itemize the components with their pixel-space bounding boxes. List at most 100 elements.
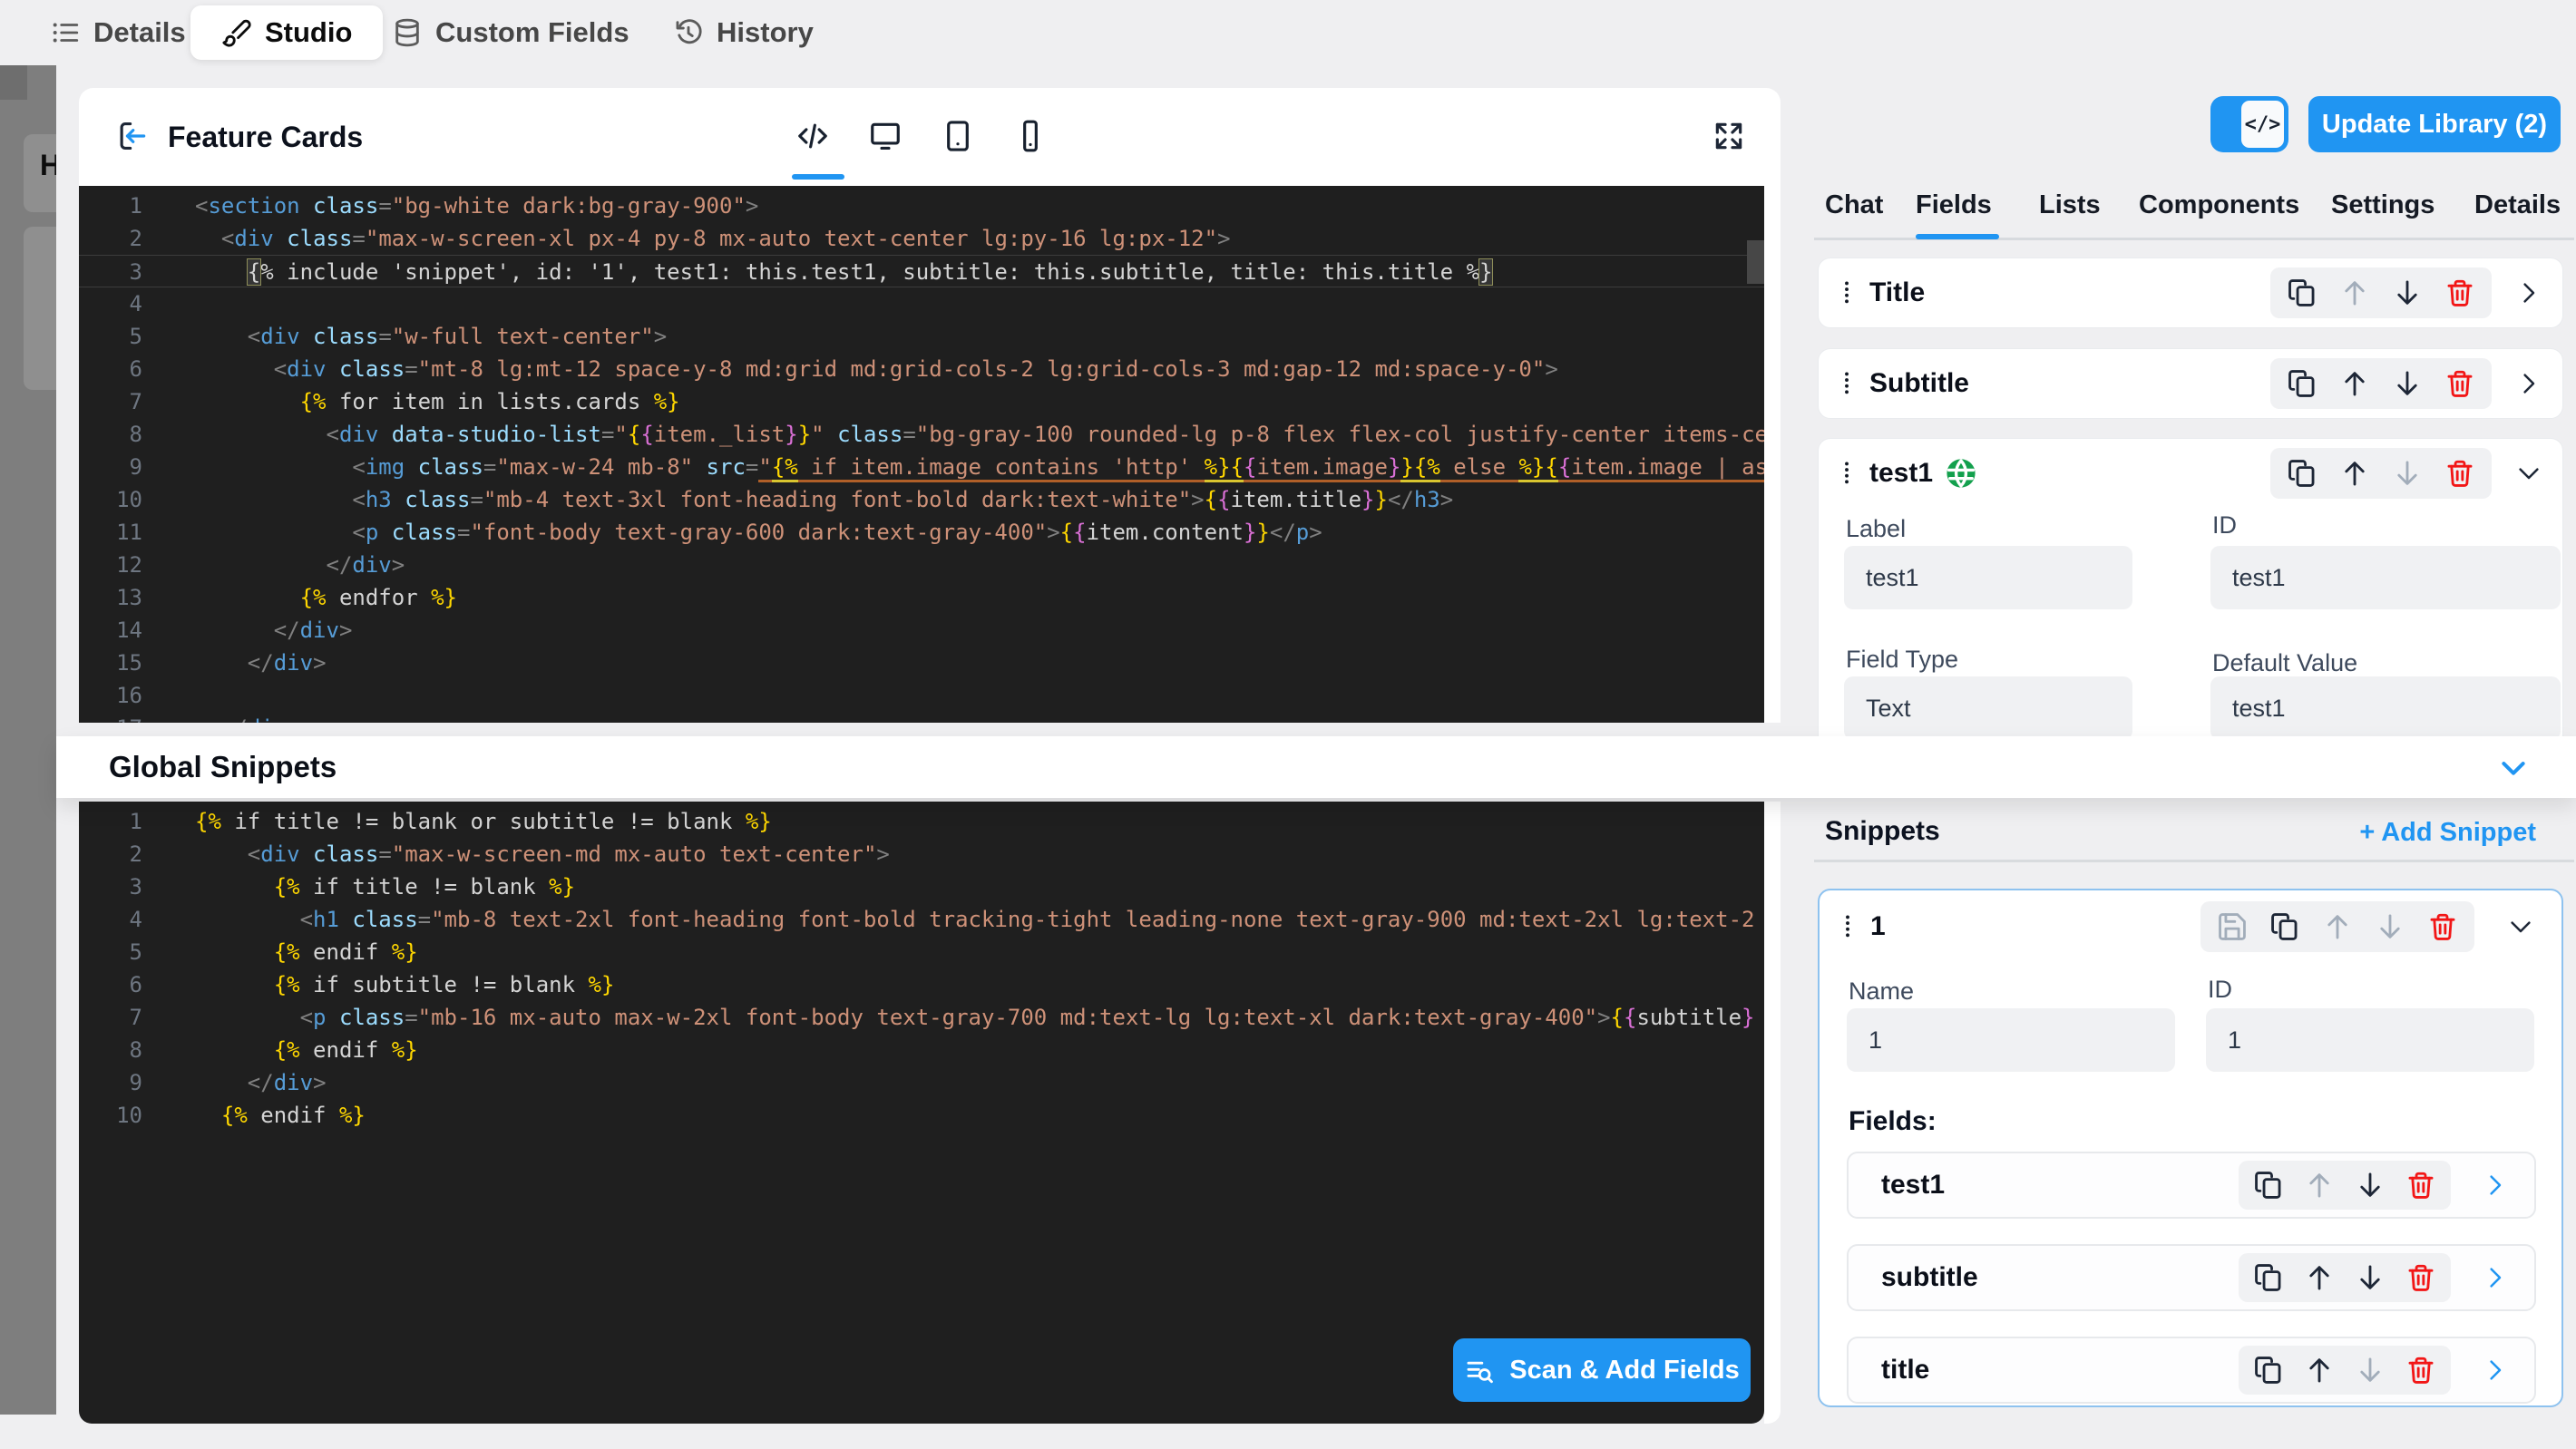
field-type-label: Field Type	[1846, 646, 1958, 674]
save-snippet-button[interactable]	[2217, 911, 2248, 942]
arrow-up-icon	[2304, 1170, 2335, 1201]
arrow-down-icon	[2392, 458, 2423, 489]
move-field-down-button[interactable]	[2392, 458, 2423, 489]
open-field-button[interactable]	[2482, 1264, 2509, 1291]
sidebar-tab-chat[interactable]: Chat	[1825, 190, 1883, 220]
tab-custom-fields-label: Custom Fields	[435, 16, 629, 49]
collapse-panel-button[interactable]	[115, 119, 150, 153]
collapse-global-snippets-button[interactable]	[2498, 753, 2529, 783]
global-snippets-title: Global Snippets	[109, 750, 337, 784]
move-field-up-button[interactable]	[2339, 277, 2370, 308]
field-label-input[interactable]	[1844, 546, 2132, 609]
tab-custom-fields[interactable]: Custom Fields	[392, 0, 629, 65]
open-field-button[interactable]	[2482, 1172, 2509, 1199]
code-mode-toggle[interactable]: </>	[2210, 96, 2288, 152]
move-field-up-button[interactable]	[2339, 368, 2370, 399]
default-value-input[interactable]	[2210, 676, 2561, 739]
collapse-snippet-button[interactable]	[2507, 913, 2534, 940]
snippet-id-input[interactable]	[2206, 1008, 2534, 1072]
list-icon	[50, 17, 81, 48]
duplicate-field-button[interactable]	[2287, 277, 2317, 308]
move-field-down-button[interactable]	[2392, 277, 2423, 308]
delete-field-button[interactable]	[2444, 458, 2475, 489]
field-card-subtitle: Subtitle	[1818, 348, 2563, 419]
sidebar-tab-details[interactable]: Details	[2474, 190, 2561, 220]
tab-history-label: History	[717, 16, 814, 49]
panel-title: Feature Cards	[168, 121, 363, 154]
arrow-down-icon	[2392, 277, 2423, 308]
code-editor-main[interactable]: 1<section class="bg-white dark:bg-gray-9…	[79, 186, 1764, 723]
move-down-button[interactable]	[2355, 1262, 2386, 1293]
move-up-button[interactable]	[2304, 1355, 2335, 1386]
desktop-preview-button[interactable]	[868, 119, 903, 153]
arrow-up-icon	[2339, 368, 2370, 399]
editor-scrollbar[interactable]	[1747, 240, 1764, 284]
delete-snippet-button[interactable]	[2427, 911, 2458, 942]
history-icon	[673, 17, 704, 48]
tablet-preview-button[interactable]	[941, 119, 975, 153]
delete-field-button[interactable]	[2444, 368, 2475, 399]
move-up-button[interactable]	[2304, 1170, 2335, 1201]
tab-studio[interactable]: Studio	[190, 5, 383, 60]
delete-button[interactable]	[2405, 1262, 2436, 1293]
globe-icon	[1946, 458, 1976, 489]
component-panel-header: Feature Cards	[79, 88, 1781, 186]
snippet-field-actions	[2239, 1253, 2451, 1302]
delete-button[interactable]	[2405, 1355, 2436, 1386]
code-editor-global-snippets[interactable]: 1{% if title != blank or subtitle != bla…	[79, 802, 1764, 1424]
duplicate-field-button[interactable]	[2287, 458, 2317, 489]
duplicate-button[interactable]	[2253, 1262, 2284, 1293]
duplicate-snippet-button[interactable]	[2269, 911, 2300, 942]
sidebar-tab-settings[interactable]: Settings	[2331, 190, 2435, 220]
move-field-up-button[interactable]	[2339, 458, 2370, 489]
trash-icon	[2405, 1355, 2436, 1386]
underlay-partial-text: H	[40, 149, 56, 182]
scan-add-fields-button[interactable]: Scan & Add Fields	[1453, 1338, 1751, 1402]
tab-details-label: Details	[93, 16, 186, 49]
move-snippet-down-button[interactable]	[2375, 911, 2405, 942]
expand-field-button[interactable]	[2515, 370, 2542, 397]
trash-icon	[2444, 458, 2475, 489]
paintbrush-icon	[221, 17, 252, 48]
fullscreen-button[interactable]	[1712, 119, 1746, 153]
field-label: test1	[1869, 458, 1933, 489]
duplicate-button[interactable]	[2253, 1355, 2284, 1386]
code-view-button[interactable]	[795, 119, 830, 153]
sidebar-tab-fields[interactable]: Fields	[1916, 190, 1992, 220]
duplicate-field-button[interactable]	[2287, 368, 2317, 399]
tablet-icon	[941, 119, 975, 153]
trash-icon	[2405, 1262, 2436, 1293]
sidebar-tab-components[interactable]: Components	[2139, 190, 2299, 220]
arrow-down-icon	[2355, 1355, 2386, 1386]
update-library-button[interactable]: Update Library (2)	[2308, 96, 2561, 152]
add-snippet-button[interactable]: + Add Snippet	[2359, 818, 2536, 848]
underlay-card	[24, 227, 56, 390]
tab-history[interactable]: History	[673, 0, 814, 65]
move-up-button[interactable]	[2304, 1262, 2335, 1293]
snippet-name-input[interactable]	[1847, 1008, 2175, 1072]
drag-handle-icon[interactable]	[1842, 460, 1851, 487]
drag-handle-icon[interactable]	[1843, 913, 1852, 940]
move-field-down-button[interactable]	[2392, 368, 2423, 399]
copy-icon	[2287, 277, 2317, 308]
drag-handle-icon[interactable]	[1842, 279, 1851, 306]
tab-details[interactable]: Details	[50, 0, 186, 65]
trash-icon	[2427, 911, 2458, 942]
label-field-label: Label	[1846, 515, 1906, 543]
phone-preview-button[interactable]	[1013, 119, 1048, 153]
field-id-input[interactable]	[2210, 546, 2561, 609]
sidebar-tab-lists[interactable]: Lists	[2039, 190, 2101, 220]
delete-field-button[interactable]	[2444, 277, 2475, 308]
collapse-field-button[interactable]	[2515, 460, 2542, 487]
move-down-button[interactable]	[2355, 1355, 2386, 1386]
move-down-button[interactable]	[2355, 1170, 2386, 1201]
move-snippet-up-button[interactable]	[2322, 911, 2353, 942]
code-toggle-knob: </>	[2241, 101, 2284, 148]
copy-icon	[2287, 458, 2317, 489]
drag-handle-icon[interactable]	[1842, 370, 1851, 397]
expand-field-button[interactable]	[2515, 279, 2542, 306]
field-type-select[interactable]	[1844, 676, 2132, 739]
duplicate-button[interactable]	[2253, 1170, 2284, 1201]
open-field-button[interactable]	[2482, 1357, 2509, 1384]
delete-button[interactable]	[2405, 1170, 2436, 1201]
